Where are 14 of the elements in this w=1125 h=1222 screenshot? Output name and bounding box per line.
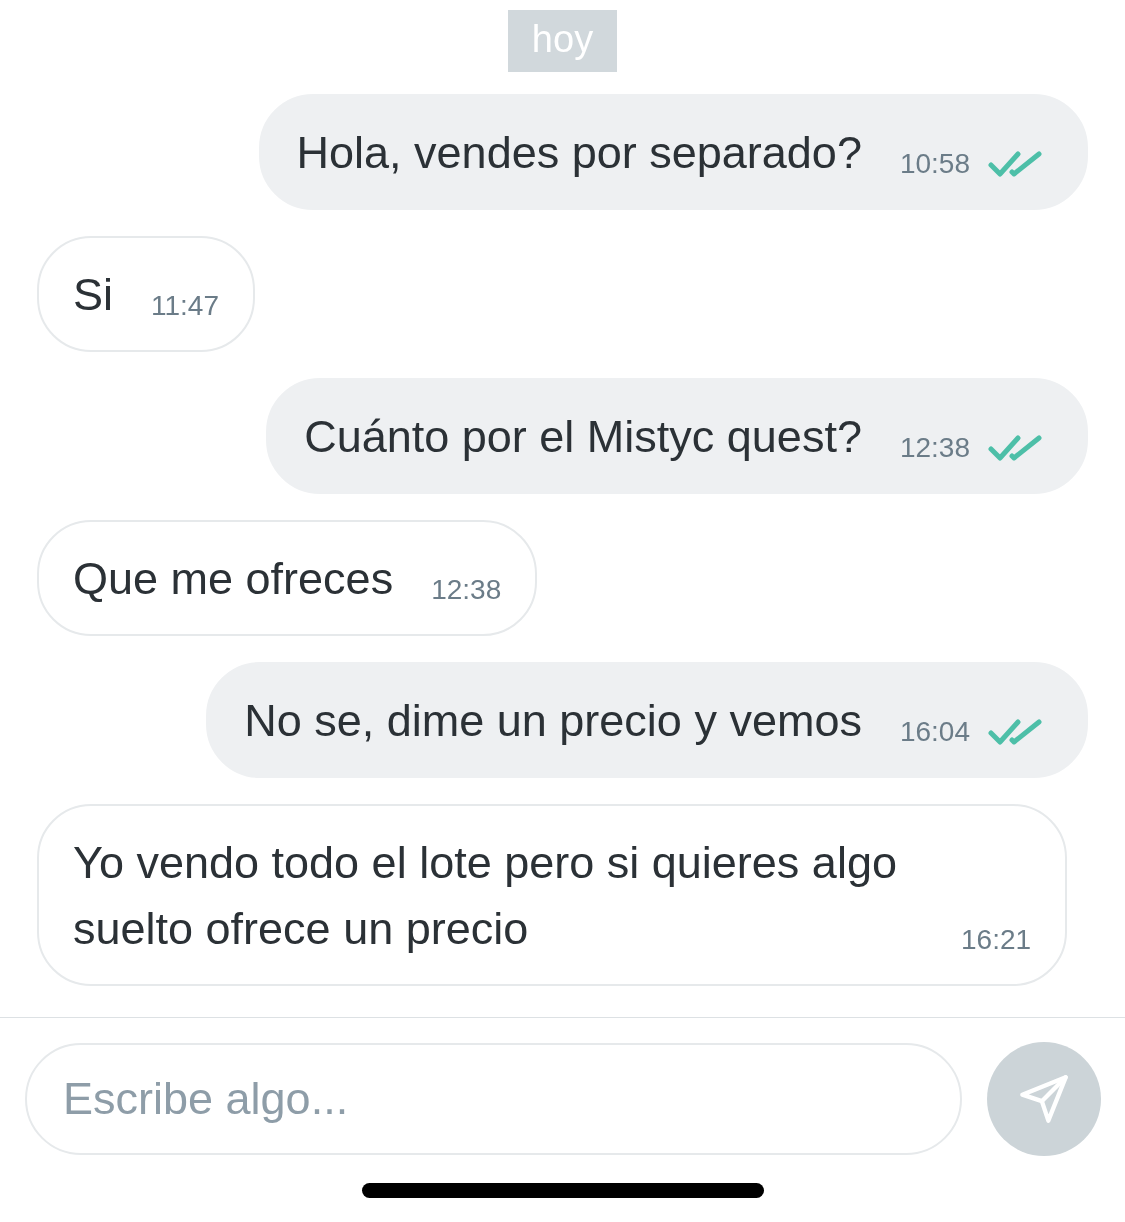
- message-input[interactable]: Escribe algo...: [25, 1043, 962, 1155]
- message-text: Yo vendo todo el lote pero si quieres algo suelto ofrece un precio: [73, 836, 898, 956]
- message-time: 16:04: [899, 716, 970, 748]
- message-text: Si: [73, 268, 113, 322]
- message-time: 12:38: [899, 432, 970, 464]
- message-text: Cuánto por el Mistyc quest?: [304, 410, 862, 464]
- message-time: 12:38: [431, 574, 502, 606]
- message-time: 11:47: [151, 290, 219, 322]
- message-time: 16:21: [961, 924, 1032, 956]
- message-text: Hola, vendes por separado?: [296, 126, 862, 180]
- message-text: No se, dime un precio y vemos: [244, 694, 862, 748]
- send-icon: [1018, 1073, 1070, 1125]
- message-text: Que me ofreces: [73, 552, 394, 606]
- message-time: 10:58: [899, 148, 970, 180]
